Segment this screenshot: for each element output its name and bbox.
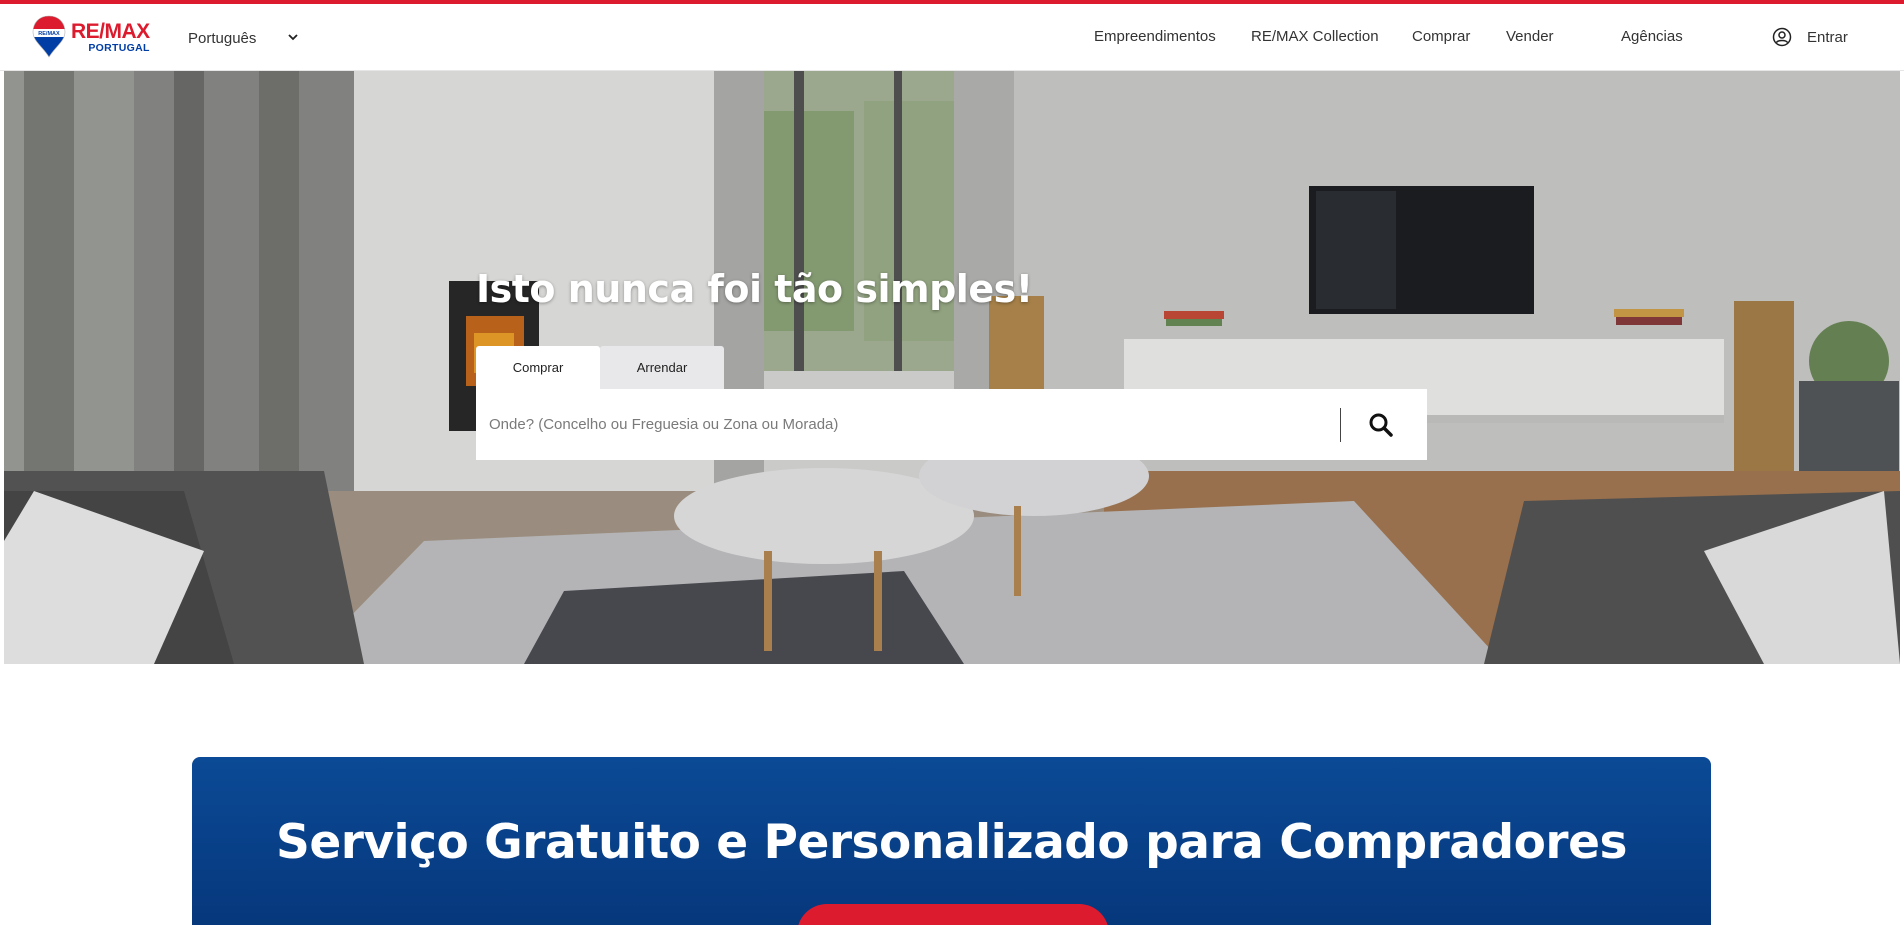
language-selector[interactable]: Português [188,26,300,50]
balloon-icon: RE/MAX [32,15,66,58]
login-label: Entrar [1807,28,1848,46]
hero-title: Isto nunca foi tão simples! [476,267,1033,311]
search-tabs: Comprar Arrendar [476,346,724,389]
search-divider [1340,407,1341,442]
remax-logo[interactable]: RE/MAX RE/MAX PORTUGAL [31,13,156,59]
hero-overlay [4,71,1900,664]
hero-section: Isto nunca foi tão simples! Comprar Arre… [4,71,1900,664]
nav-remax-collection[interactable]: RE/MAX Collection [1251,28,1379,45]
search-icon [1369,413,1393,437]
search-button[interactable] [1359,403,1403,447]
services-banner-title: Serviço Gratuito e Personalizado para Co… [276,815,1627,870]
search-bar [476,389,1427,460]
svg-text:RE/MAX: RE/MAX [38,31,60,37]
site-header: RE/MAX RE/MAX PORTUGAL Português Empreen… [0,4,1904,71]
services-banner-button[interactable] [797,904,1109,925]
login-button[interactable]: Entrar [1772,24,1848,50]
tab-arrendar[interactable]: Arrendar [600,346,724,389]
services-banner: Serviço Gratuito e Personalizado para Co… [192,757,1711,925]
nav-empreendimentos[interactable]: Empreendimentos [1094,28,1216,45]
user-circle-icon [1772,27,1792,47]
chevron-down-icon [288,34,298,41]
tab-comprar[interactable]: Comprar [476,346,600,389]
page: RE/MAX RE/MAX PORTUGAL Português Empreen… [0,0,1904,925]
logo-secondary-text: PORTUGAL [88,42,150,54]
nav-comprar[interactable]: Comprar [1412,28,1470,45]
search-input[interactable] [476,389,1340,460]
nav-agencias[interactable]: Agências [1621,28,1683,45]
language-label: Português [188,29,257,47]
logo-wordmark: RE/MAX PORTUGAL [71,21,150,54]
logo-primary-text: RE/MAX [71,20,150,43]
nav-vender[interactable]: Vender [1506,28,1554,45]
